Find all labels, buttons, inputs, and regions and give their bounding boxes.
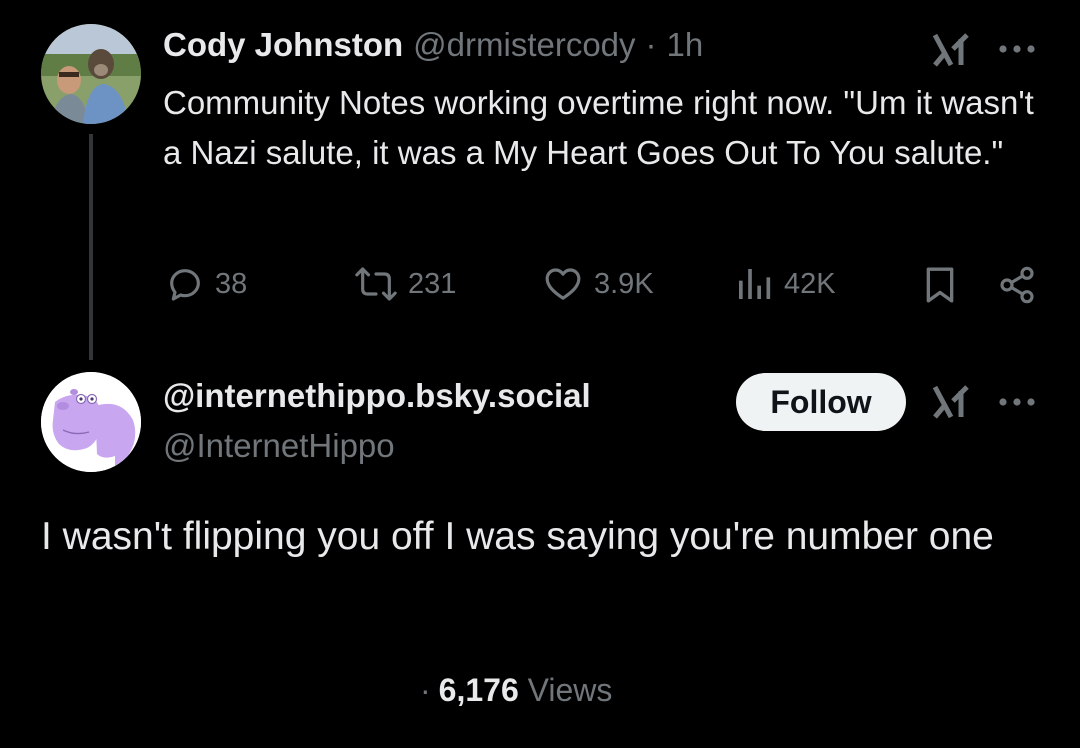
author-handle[interactable]: @drmistercody xyxy=(413,26,635,64)
bookmark-icon[interactable] xyxy=(920,264,960,306)
avatar[interactable] xyxy=(41,24,141,124)
reply-author-handle[interactable]: @InternetHippo xyxy=(163,427,395,465)
grok-icon[interactable] xyxy=(930,382,972,422)
reply-views-label: Views xyxy=(527,672,613,708)
avatar-photo xyxy=(41,24,141,124)
reply-views-count: 6,176 xyxy=(438,672,519,708)
grok-icon[interactable] xyxy=(930,30,972,70)
more-dots-icon[interactable] xyxy=(996,387,1038,417)
thread-line xyxy=(89,134,93,360)
more-dots-icon[interactable] xyxy=(996,34,1038,64)
hippo-avatar xyxy=(41,372,141,472)
tweet-text: Community Notes working overtime right n… xyxy=(163,84,1034,171)
repost-button[interactable]: 231 xyxy=(354,264,456,304)
repost-icon xyxy=(355,267,397,301)
repost-count: 231 xyxy=(408,267,457,300)
like-count: 3.9K xyxy=(594,267,654,300)
analytics-icon xyxy=(739,269,771,299)
reply-count: 38 xyxy=(215,267,248,300)
tweet-header: Cody Johnston @drmistercody · 1h xyxy=(163,26,703,64)
follow-button[interactable]: Follow xyxy=(736,373,906,431)
views-count: 42K xyxy=(784,267,836,300)
views-separator: · xyxy=(420,672,431,708)
reply-views: · 6,176 Views xyxy=(420,672,612,709)
reply-icon xyxy=(170,269,200,301)
reply-button[interactable]: 38 xyxy=(165,264,247,304)
reply-text: I wasn't flipping you off I was saying y… xyxy=(41,515,994,558)
reply-author-name[interactable]: @internethippo.bsky.social xyxy=(163,377,591,415)
avatar[interactable] xyxy=(41,372,141,472)
separator-dot: · xyxy=(645,26,657,63)
views-button[interactable]: 42K xyxy=(734,264,836,304)
timestamp[interactable]: 1h xyxy=(667,26,704,64)
author-name[interactable]: Cody Johnston xyxy=(163,26,403,64)
share-icon[interactable] xyxy=(996,264,1038,306)
like-button[interactable]: 3.9K xyxy=(542,264,654,304)
heart-icon xyxy=(545,268,581,300)
